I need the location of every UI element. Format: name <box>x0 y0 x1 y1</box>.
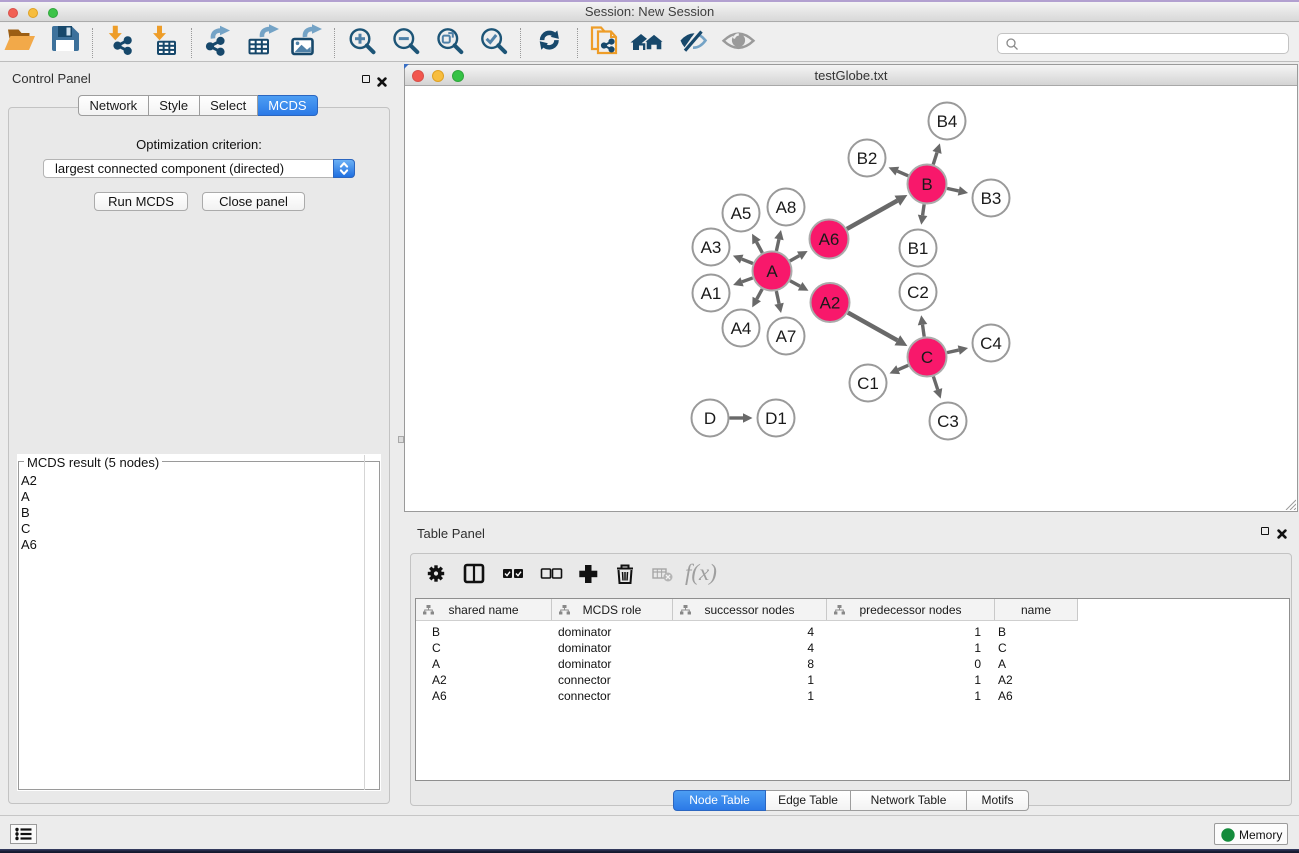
svg-text:B2: B2 <box>857 149 878 168</box>
svg-text:D1: D1 <box>765 409 787 428</box>
svg-text:A6: A6 <box>819 230 840 249</box>
svg-text:B1: B1 <box>908 239 929 258</box>
svg-text:C3: C3 <box>937 412 959 431</box>
svg-text:A: A <box>766 262 778 281</box>
svg-text:A1: A1 <box>701 284 722 303</box>
svg-text:A5: A5 <box>731 204 752 223</box>
svg-text:C4: C4 <box>980 334 1002 353</box>
svg-text:C1: C1 <box>857 374 879 393</box>
svg-text:A4: A4 <box>731 319 752 338</box>
svg-text:B4: B4 <box>937 112 958 131</box>
svg-text:A7: A7 <box>776 327 797 346</box>
svg-text:B3: B3 <box>981 189 1002 208</box>
svg-text:B: B <box>921 175 932 194</box>
svg-text:A2: A2 <box>820 294 841 313</box>
svg-text:C: C <box>921 348 933 367</box>
svg-text:A3: A3 <box>701 238 722 257</box>
svg-text:D: D <box>704 409 716 428</box>
svg-text:A8: A8 <box>776 198 797 217</box>
svg-text:C2: C2 <box>907 283 929 302</box>
